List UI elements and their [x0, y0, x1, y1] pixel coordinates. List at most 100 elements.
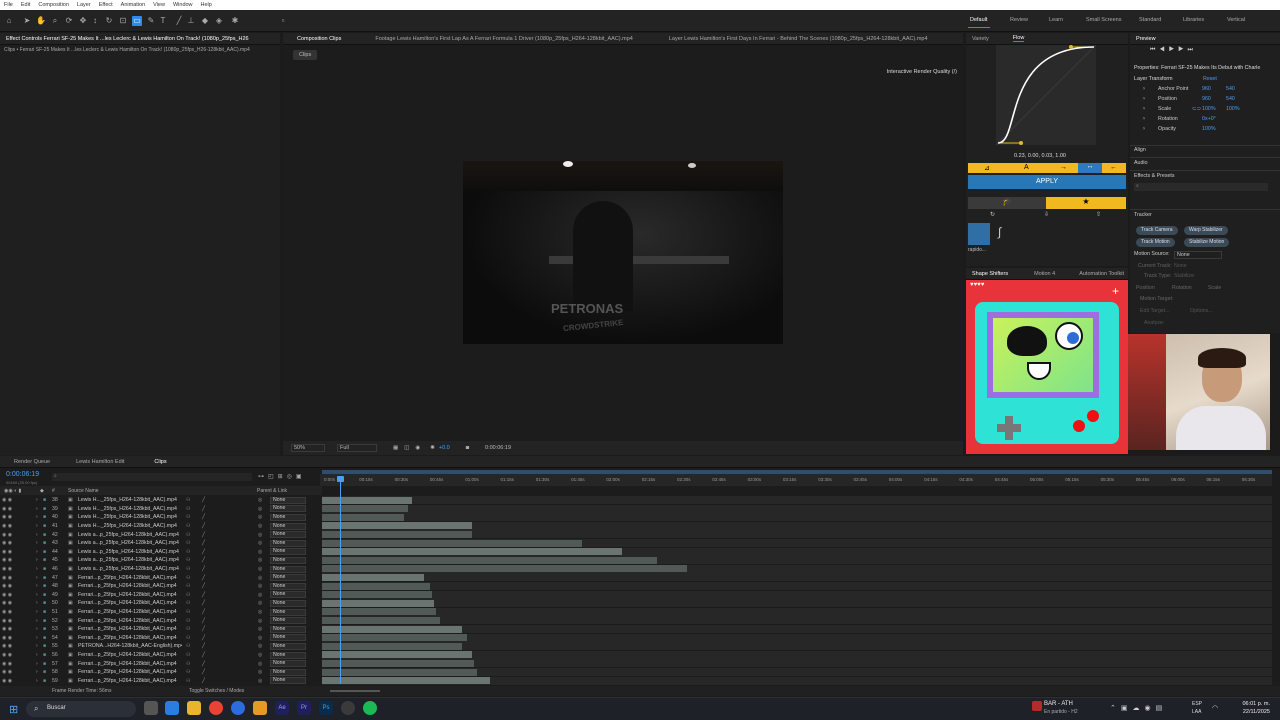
- quality-icon[interactable]: ╱: [202, 514, 205, 520]
- label-color-icon[interactable]: ■: [43, 514, 46, 520]
- quality-icon[interactable]: ╱: [202, 661, 205, 667]
- viewer-timecode[interactable]: 0:00:06:19: [485, 445, 511, 451]
- layer-bar[interactable]: [322, 496, 412, 504]
- file-explorer-icon[interactable]: [187, 701, 201, 715]
- pickwhip-icon[interactable]: ◎: [258, 506, 262, 512]
- visibility-eye-icon[interactable]: ◉ ◉: [2, 566, 12, 572]
- chrome-icon[interactable]: [209, 701, 223, 715]
- eraser-tool-icon[interactable]: ◆: [200, 16, 210, 26]
- render-quality-label[interactable]: Interactive Render Quality (/): [887, 69, 957, 75]
- label-color-icon[interactable]: ■: [43, 566, 46, 572]
- menu-help[interactable]: Help: [201, 2, 212, 8]
- playhead-handle[interactable]: [337, 476, 344, 482]
- parent-dropdown[interactable]: None: [270, 565, 306, 573]
- layer-source-name[interactable]: Lewis a...p_25fps_H264-128kbit_AAC).mp4: [78, 532, 182, 538]
- workspace-standard[interactable]: Standard: [1139, 17, 1161, 23]
- shy-icon[interactable]: ⚇: [186, 532, 190, 538]
- stabilize-motion-button[interactable]: Stabilize Motion: [1184, 238, 1230, 247]
- scale-y[interactable]: 100%: [1226, 106, 1240, 112]
- task-view-icon[interactable]: [144, 701, 158, 715]
- label-color-icon[interactable]: ■: [43, 609, 46, 615]
- layer-row[interactable]: ◉ ◉ › ■ 38 ▣ Lewis H..._25fps_H264-128kbit_AA…: [0, 496, 322, 505]
- layer-source-name[interactable]: PETRONA...H264-128kbit_AAC-English).mp4: [78, 643, 182, 649]
- menu-animation[interactable]: Animation: [121, 2, 145, 8]
- time-ruler[interactable]: 0:00s 00:15s 00:30s 00:45s 01:00s 01:15s 01:30…: [320, 474, 1272, 486]
- shy-icon[interactable]: ⚇: [186, 506, 190, 512]
- visibility-eye-icon[interactable]: ◉ ◉: [2, 592, 12, 598]
- layer-row[interactable]: ◉ ◉ › ■ 44 ▣ Lewis a...p_25fps_H264-128kbit_A…: [0, 548, 322, 557]
- layer-source-name[interactable]: Ferrari...p_25fps_H264-128kbit_AAC).mp4: [78, 669, 182, 675]
- layer-source-name[interactable]: Lewis H..._25fps_H264-128kbit_AAC).mp4: [78, 506, 182, 512]
- resolution-dropdown[interactable]: Full: [337, 444, 377, 452]
- source-name-header[interactable]: Source Name: [68, 488, 99, 494]
- position-checkbox[interactable]: Position: [1136, 285, 1155, 291]
- clone-tool-icon[interactable]: ⊥: [186, 16, 196, 26]
- tab-effect-controls[interactable]: Effect Controls Ferrari SF-25 Makes It .…: [6, 36, 249, 42]
- layer-bar[interactable]: [322, 599, 434, 607]
- layer-source-name[interactable]: Ferrari...p_25fps_H264-128kbit_AAC).mp4: [78, 575, 182, 581]
- edge-icon[interactable]: [165, 701, 179, 715]
- layer-source-name[interactable]: Ferrari...p_25fps_H264-128kbit_AAC).mp4: [78, 600, 182, 606]
- pickwhip-icon[interactable]: ◎: [258, 669, 262, 675]
- tab-lewis-hamilton-edit[interactable]: Lewis Hamilton Edit: [76, 459, 124, 465]
- quality-icon[interactable]: ╱: [202, 635, 205, 641]
- star-icon[interactable]: ★: [1046, 197, 1126, 209]
- visibility-eye-icon[interactable]: ◉ ◉: [2, 669, 12, 675]
- pickwhip-icon[interactable]: ◎: [258, 600, 262, 606]
- label-color-icon[interactable]: ■: [43, 523, 46, 529]
- refresh-icon[interactable]: ↻: [990, 211, 995, 218]
- expand-arrow-icon[interactable]: ›: [36, 635, 38, 641]
- expand-arrow-icon[interactable]: ›: [36, 618, 38, 624]
- expand-arrow-icon[interactable]: ›: [36, 669, 38, 675]
- track-type-dropdown[interactable]: Stabilize: [1174, 273, 1194, 279]
- workspace-review[interactable]: Review: [1010, 17, 1028, 23]
- layer-source-name[interactable]: Ferrari...p_25fps_H264-128kbit_AAC).mp4: [78, 618, 182, 624]
- pickwhip-icon[interactable]: ◎: [258, 566, 262, 572]
- rectangle-tool-icon[interactable]: ▭: [132, 16, 142, 26]
- expand-arrow-icon[interactable]: ›: [36, 652, 38, 658]
- position-x[interactable]: 960: [1202, 96, 1211, 102]
- puppet-tool-icon[interactable]: ✱: [230, 16, 240, 26]
- parent-dropdown[interactable]: None: [270, 539, 306, 547]
- obs-icon[interactable]: [341, 701, 355, 715]
- parent-dropdown[interactable]: None: [270, 556, 306, 564]
- layer-source-name[interactable]: Ferrari...p_25fps_H264-128kbit_AAC).mp4: [78, 678, 182, 684]
- opacity-value[interactable]: 100%: [1202, 126, 1216, 132]
- tray-icons[interactable]: ⌃▣☁◉▤: [1110, 704, 1167, 712]
- warp-stabilizer-button[interactable]: Warp Stabilizer: [1184, 226, 1228, 235]
- pickwhip-icon[interactable]: ◎: [258, 635, 262, 641]
- expand-arrow-icon[interactable]: ›: [36, 540, 38, 546]
- orbit-tool-icon[interactable]: ⟳: [64, 16, 74, 26]
- layer-bar[interactable]: [322, 668, 477, 676]
- position-y[interactable]: 540: [1226, 96, 1235, 102]
- pickwhip-icon[interactable]: ◎: [258, 575, 262, 581]
- timeline-switch-icons[interactable]: ⊶◰⊞◎▣: [258, 473, 306, 480]
- layer-row[interactable]: ◉ ◉ › ■ 54 ▣ Ferrari...p_25fps_H264-128kbit_A…: [0, 634, 322, 643]
- snapping-icon[interactable]: ▫: [278, 16, 288, 26]
- layer-row[interactable]: ◉ ◉ › ■ 49 ▣ Ferrari...p_25fps_H264-128kbit_A…: [0, 591, 322, 600]
- shy-icon[interactable]: ⚇: [186, 635, 190, 641]
- visibility-eye-icon[interactable]: ◉ ◉: [2, 583, 12, 589]
- layer-source-name[interactable]: Lewis H..._25fps_H264-128kbit_AAC).mp4: [78, 523, 182, 529]
- photoshop-icon[interactable]: Ps: [319, 701, 333, 715]
- layer-row[interactable]: ◉ ◉ › ■ 39 ▣ Lewis H..._25fps_H264-128kbit_AA…: [0, 505, 322, 514]
- expand-arrow-icon[interactable]: ›: [36, 523, 38, 529]
- expand-arrow-icon[interactable]: ›: [36, 514, 38, 520]
- label-color-icon[interactable]: ■: [43, 583, 46, 589]
- label-color-icon[interactable]: ■: [43, 678, 46, 684]
- tab-clips[interactable]: Clips: [154, 459, 166, 465]
- layer-bar[interactable]: [322, 548, 622, 556]
- parent-dropdown[interactable]: None: [270, 531, 306, 539]
- shy-icon[interactable]: ⚇: [186, 557, 190, 563]
- pickwhip-icon[interactable]: ◎: [258, 557, 262, 563]
- layer-row[interactable]: ◉ ◉ › ■ 43 ▣ Lewis a...p_25fps_H264-128kbit_A…: [0, 539, 322, 548]
- layer-row[interactable]: ◉ ◉ › ■ 46 ▣ Lewis a...p_25fps_H264-128kbit_A…: [0, 565, 322, 574]
- home-icon[interactable]: ⌂: [4, 16, 14, 26]
- rotation-value[interactable]: 0x+0°: [1202, 116, 1216, 122]
- shy-icon[interactable]: ⚇: [186, 661, 190, 667]
- quality-icon[interactable]: ╱: [202, 583, 205, 589]
- menu-window[interactable]: Window: [173, 2, 193, 8]
- quality-icon[interactable]: ╱: [202, 600, 205, 606]
- layer-row[interactable]: ◉ ◉ › ■ 55 ▣ PETRONA...H264-128kbit_AAC-Engli…: [0, 642, 322, 651]
- zoom-slider[interactable]: [330, 690, 380, 692]
